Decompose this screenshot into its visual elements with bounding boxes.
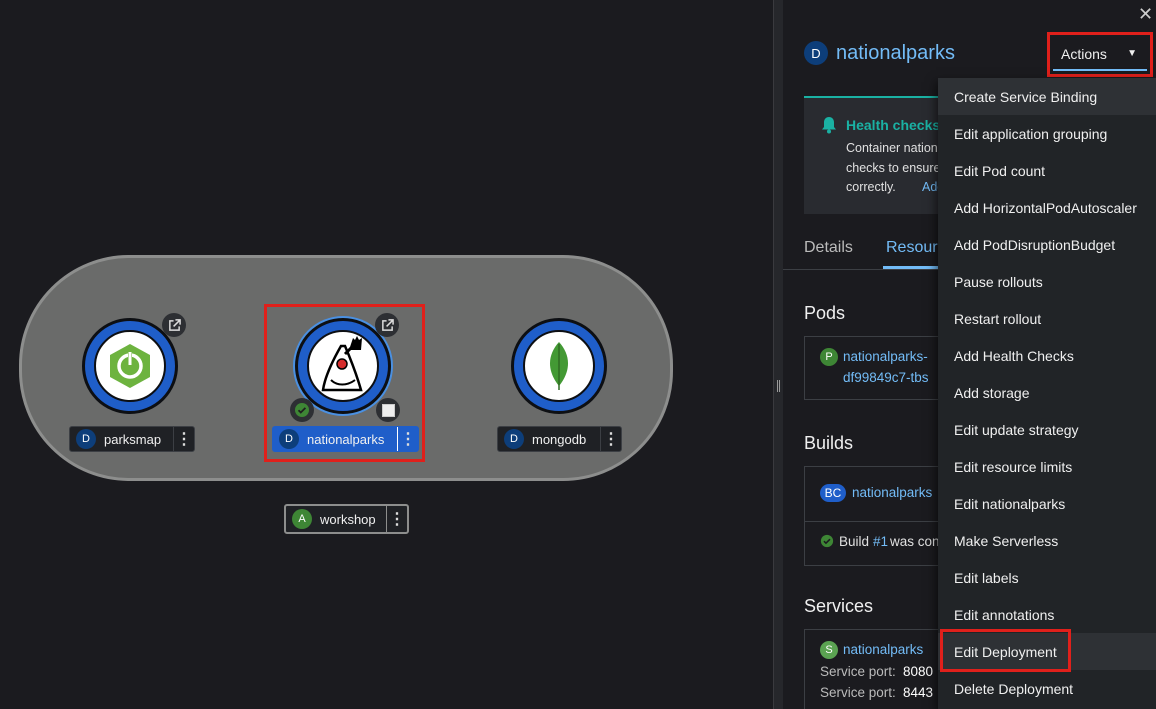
- parksmap-label[interactable]: D parksmap ⋮: [69, 426, 195, 452]
- grip-line: [777, 380, 778, 392]
- open-url-icon[interactable]: [162, 313, 186, 337]
- kebab-menu-icon[interactable]: ⋮: [386, 506, 407, 532]
- nationalparks-label[interactable]: D nationalparks ⋮: [272, 426, 419, 452]
- panel-title[interactable]: nationalparks: [836, 42, 955, 65]
- mongodb-node[interactable]: [511, 318, 607, 414]
- panel-resize-handle[interactable]: [773, 0, 783, 709]
- menu-item-add-storage[interactable]: Add storage: [938, 374, 1156, 411]
- service-link[interactable]: nationalparks: [843, 642, 923, 657]
- service-badge: S: [820, 641, 838, 659]
- close-icon[interactable]: ✕: [1138, 4, 1153, 25]
- kebab-menu-icon[interactable]: ⋮: [173, 427, 194, 451]
- service-port-label: Service port:: [820, 685, 896, 700]
- pods-heading: Pods: [804, 303, 846, 323]
- build-success-icon[interactable]: [290, 398, 314, 422]
- open-url-icon[interactable]: [375, 313, 399, 337]
- build-status-text: Build: [839, 534, 870, 549]
- menu-item-add-hpa[interactable]: Add HorizontalPodAutoscaler: [938, 189, 1156, 226]
- node-name: nationalparks: [307, 431, 385, 447]
- build-number-link[interactable]: #1: [873, 534, 888, 549]
- deployment-badge: D: [76, 429, 96, 449]
- service-port-value: 8443: [903, 685, 934, 700]
- application-badge: A: [292, 509, 312, 529]
- menu-item-restart-rollout[interactable]: Restart rollout: [938, 300, 1156, 337]
- menu-item-add-health-checks[interactable]: Add Health Checks: [938, 337, 1156, 374]
- menu-item-edit-pod-count[interactable]: Edit Pod count: [938, 152, 1156, 189]
- pod-link[interactable]: nationalparks-: [843, 349, 928, 364]
- edit-deployment-highlight: [940, 629, 1071, 672]
- pod-link[interactable]: df99849c7-tbs: [843, 370, 929, 385]
- actions-label: Actions: [1061, 45, 1107, 62]
- menu-item-edit-resource-limits[interactable]: Edit resource limits: [938, 448, 1156, 485]
- caret-down-icon: ▼: [1127, 48, 1137, 59]
- service-port-value: 8080: [903, 664, 934, 679]
- builds-heading: Builds: [804, 433, 854, 453]
- mongodb-label[interactable]: D mongodb ⋮: [497, 426, 622, 452]
- application-name: workshop: [320, 511, 376, 527]
- menu-item-delete-deployment[interactable]: Delete Deployment: [938, 670, 1156, 707]
- mongodb-leaf-logo: [523, 330, 595, 402]
- panel-header: D nationalparks: [804, 41, 955, 65]
- node-name: parksmap: [104, 431, 162, 447]
- menu-item-add-pdb[interactable]: Add PodDisruptionBudget: [938, 226, 1156, 263]
- java-duke-logo: [307, 330, 379, 402]
- actions-dropdown-button[interactable]: Actions ▼: [1053, 38, 1147, 71]
- tab-details[interactable]: Details: [804, 239, 853, 257]
- deployment-badge: D: [804, 41, 828, 65]
- menu-item-edit-nationalparks[interactable]: Edit nationalparks: [938, 485, 1156, 522]
- menu-item-make-serverless[interactable]: Make Serverless: [938, 522, 1156, 559]
- kebab-menu-icon[interactable]: ⋮: [600, 427, 621, 451]
- menu-item-edit-update-strategy[interactable]: Edit update strategy: [938, 411, 1156, 448]
- grip-line: [779, 380, 780, 392]
- node-name: mongodb: [532, 431, 587, 447]
- alert-text-line: correctly.: [846, 180, 896, 194]
- application-group-label[interactable]: A workshop ⋮: [284, 504, 409, 534]
- menu-item-edit-application-grouping[interactable]: Edit application grouping: [938, 115, 1156, 152]
- services-heading: Services: [804, 596, 874, 616]
- kebab-menu-icon[interactable]: ⋮: [397, 427, 418, 451]
- alert-text-line: checks to ensure: [846, 161, 941, 175]
- menu-item-edit-labels[interactable]: Edit labels: [938, 559, 1156, 596]
- bell-icon: [821, 116, 837, 139]
- buildconfig-badge: BC: [820, 484, 846, 502]
- edit-source-icon[interactable]: [376, 398, 400, 422]
- topology-canvas[interactable]: D parksmap ⋮ D nationalparks ⋮ D mongodb…: [0, 0, 773, 709]
- actions-menu: Create Service Binding Edit application …: [938, 78, 1156, 709]
- menu-item-create-service-binding[interactable]: Create Service Binding: [938, 78, 1156, 115]
- buildconfig-link[interactable]: nationalparks: [852, 485, 932, 500]
- build-status-text: was con: [890, 534, 940, 549]
- service-port-label: Service port:: [820, 664, 896, 679]
- spring-boot-logo: [94, 330, 166, 402]
- menu-item-edit-annotations[interactable]: Edit annotations: [938, 596, 1156, 633]
- alert-text-line: Container nation: [846, 141, 938, 155]
- check-circle-icon: [820, 534, 834, 553]
- deployment-badge: D: [279, 429, 299, 449]
- menu-item-pause-rollouts[interactable]: Pause rollouts: [938, 263, 1156, 300]
- alert-title: Health checks: [846, 117, 941, 133]
- active-tab-indicator: [883, 266, 943, 269]
- deployment-badge: D: [504, 429, 524, 449]
- pod-badge: P: [820, 348, 838, 366]
